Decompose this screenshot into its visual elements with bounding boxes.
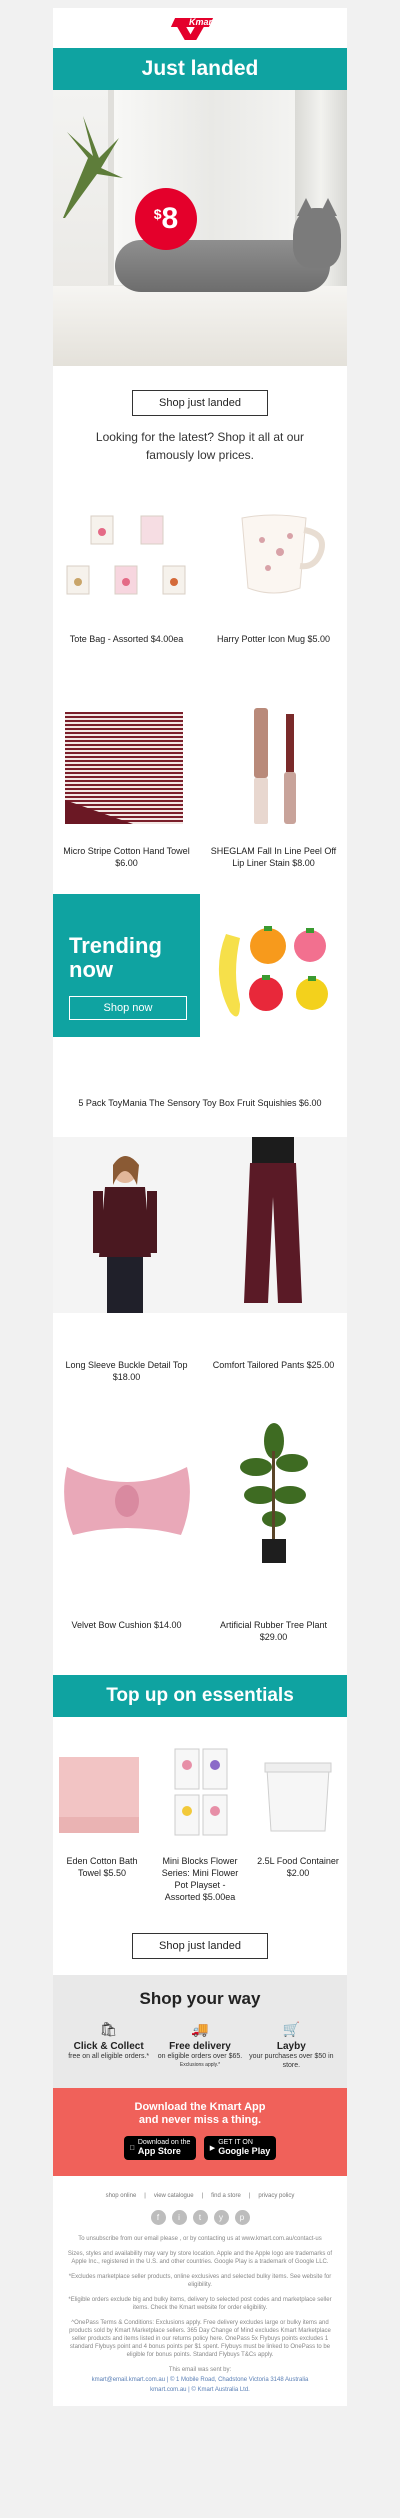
flower-blocks-image xyxy=(151,1739,249,1855)
app-line-1: Download the Kmart App xyxy=(134,2101,266,2113)
footer: shop online | view catalogue | find a stor… xyxy=(53,2176,347,2406)
essentials-heading: Top up on essentials xyxy=(53,1675,347,1717)
facebook-icon[interactable]: f xyxy=(150,2210,166,2225)
lip-liner-image xyxy=(200,700,347,845)
shop-your-way-section: Shop your way 🛍 Click & Collect free on … xyxy=(53,1975,347,2088)
essentials-grid: Eden Cotton Bath Towel $5.50 Mini Blocks… xyxy=(53,1739,347,1903)
mug-image xyxy=(200,488,347,633)
hand-towel-image xyxy=(53,700,200,845)
rubber-tree-image xyxy=(200,1411,347,1581)
trending-section: Trending now Shop now xyxy=(53,894,347,1037)
product-card[interactable]: SHEGLAM Fall In Line Peel Off Lip Liner … xyxy=(200,700,347,869)
product-card[interactable]: Artificial Rubber Tree Plant $29.00 xyxy=(200,1411,347,1643)
shop-just-landed-button[interactable]: Shop just landed xyxy=(132,390,268,416)
buckle-top-image xyxy=(53,1137,200,1313)
tiktok-icon[interactable]: t xyxy=(192,2210,208,2225)
shop-your-way-heading: Shop your way xyxy=(139,1989,261,2008)
tote-bags-image xyxy=(53,488,200,633)
kmart-logo[interactable]: Kmart xyxy=(53,8,347,48)
shopping-cart-icon: 🛒 xyxy=(282,2021,301,2037)
palm-plant-icon xyxy=(53,108,123,238)
product-caption: Micro Stripe Cotton Hand Towel $6.00 xyxy=(63,846,190,868)
logo-mark: Kmart xyxy=(165,14,235,42)
product-caption: Mini Blocks Flower Series: Mini Flower P… xyxy=(161,1856,239,1902)
product-card[interactable]: Tote Bag - Assorted $4.00ea xyxy=(53,488,200,645)
footer-link-catalogue[interactable]: view catalogue xyxy=(154,2192,194,2200)
product-card[interactable]: Harry Potter Icon Mug $5.00 xyxy=(200,488,347,645)
youtube-icon[interactable]: y xyxy=(213,2210,229,2225)
footer-link-find-store[interactable]: find a store xyxy=(211,2192,241,2200)
product-caption: Velvet Bow Cushion $14.00 xyxy=(71,1620,182,1630)
footer-unsubscribe: To unsubscribe from our email please , o… xyxy=(78,2236,322,2242)
product-caption: Long Sleeve Buckle Detail Top $18.00 xyxy=(65,1360,188,1382)
shopping-bag-icon: 🛍 xyxy=(99,2021,118,2037)
cat-head-icon xyxy=(293,208,341,268)
pinterest-icon[interactable]: p xyxy=(234,2210,250,2225)
product-card[interactable]: 2.5L Food Container $2.00 xyxy=(249,1739,347,1903)
food-container-image xyxy=(249,1739,347,1855)
footer-link-privacy[interactable]: privacy policy xyxy=(258,2192,294,2200)
footer-exclusions: *Excludes marketplace seller products, o… xyxy=(68,2274,332,2288)
email-container: Kmart Just landed $8 Shop just landed Lo… xyxy=(53,8,347,2406)
product-caption: Eden Cotton Bath Towel $5.50 xyxy=(66,1856,138,1878)
app-store-button[interactable]:  Download on theApp Store xyxy=(124,2136,196,2160)
tailored-pants-image xyxy=(200,1137,347,1313)
product-card[interactable]: Mini Blocks Flower Series: Mini Flower P… xyxy=(151,1739,249,1903)
google-play-button[interactable]: ▶ GET IT ON Google Play xyxy=(204,2136,276,2160)
instagram-icon[interactable]: i xyxy=(171,2210,187,2225)
product-caption: Artificial Rubber Tree Plant $29.00 xyxy=(219,1620,328,1642)
product-card[interactable]: Micro Stripe Cotton Hand Towel $6.00 xyxy=(53,700,200,869)
delivery-truck-icon: 🚚 xyxy=(191,2021,209,2037)
price-badge: $8 xyxy=(135,188,197,250)
layby-option[interactable]: 🛒 Layby your purchases over $50 in store… xyxy=(246,2021,337,2070)
trending-panel: Trending now Shop now xyxy=(53,894,200,1037)
app-download-section: Download the Kmart App and never miss a … xyxy=(53,2088,347,2176)
logo-wordmark: Kmart xyxy=(189,17,216,27)
intro-text: Looking for the latest? Shop it all at o… xyxy=(95,430,305,462)
fruit-squishies-image[interactable] xyxy=(200,894,347,1037)
bath-towel-image xyxy=(53,1739,151,1855)
product-card[interactable]: Velvet Bow Cushion $14.00 xyxy=(53,1411,200,1643)
product-caption: Comfort Tailored Pants $25.00 xyxy=(212,1360,335,1370)
product-grid-b: Long Sleeve Buckle Detail Top $18.00 Com… xyxy=(53,1137,347,1643)
trending-heading: Trending now xyxy=(69,933,162,982)
footer-link-shop-online[interactable]: shop online xyxy=(106,2192,137,2200)
app-line-2: and never miss a thing. xyxy=(138,2114,262,2126)
click-collect-option[interactable]: 🛍 Click & Collect free on all eligible o… xyxy=(63,2021,154,2070)
product-caption: SHEGLAM Fall In Line Peel Off Lip Liner … xyxy=(210,846,337,868)
footer-sent-by: This email was sent by: xyxy=(168,2367,232,2373)
trending-caption: 5 Pack ToyMania The Sensory Toy Box Frui… xyxy=(78,1098,322,1108)
footer-onepass-terms: ^OnePass Terms & Conditions: Exclusions … xyxy=(69,2320,331,2358)
product-grid-a: Tote Bag - Assorted $4.00ea Harry Potter… xyxy=(53,488,347,869)
apple-icon:  xyxy=(130,2145,135,2152)
footer-copyright[interactable]: kmart.com.au | © Kmart Australia Ltd. xyxy=(65,2386,335,2394)
product-card[interactable]: Long Sleeve Buckle Detail Top $18.00 xyxy=(53,1137,200,1383)
hero-image[interactable]: $8 xyxy=(53,90,347,366)
shop-just-landed-button-2[interactable]: Shop just landed xyxy=(132,1933,268,1959)
product-card[interactable]: Comfort Tailored Pants $25.00 xyxy=(200,1137,347,1383)
shop-now-button[interactable]: Shop now xyxy=(69,996,187,1020)
footer-availability: Sizes, styles and availability may vary … xyxy=(67,2251,333,2265)
footer-address[interactable]: kmart@email.kmart.com.au | © 1 Mobile Ro… xyxy=(65,2376,335,2384)
footer-eligible-orders: *Eligible orders exclude big and bulky i… xyxy=(68,2297,332,2311)
social-links: f i t y p xyxy=(65,2210,335,2225)
product-caption: Harry Potter Icon Mug $5.00 xyxy=(216,634,331,644)
just-landed-heading: Just landed xyxy=(53,48,347,90)
bow-cushion-image xyxy=(53,1411,200,1581)
google-play-icon: ▶ xyxy=(209,2145,216,2152)
product-caption: Tote Bag - Assorted $4.00ea xyxy=(69,634,184,644)
product-caption: 2.5L Food Container $2.00 xyxy=(257,1856,339,1878)
free-delivery-option[interactable]: 🚚 Free delivery on eligible orders over … xyxy=(154,2021,245,2070)
product-card[interactable]: Eden Cotton Bath Towel $5.50 xyxy=(53,1739,151,1903)
